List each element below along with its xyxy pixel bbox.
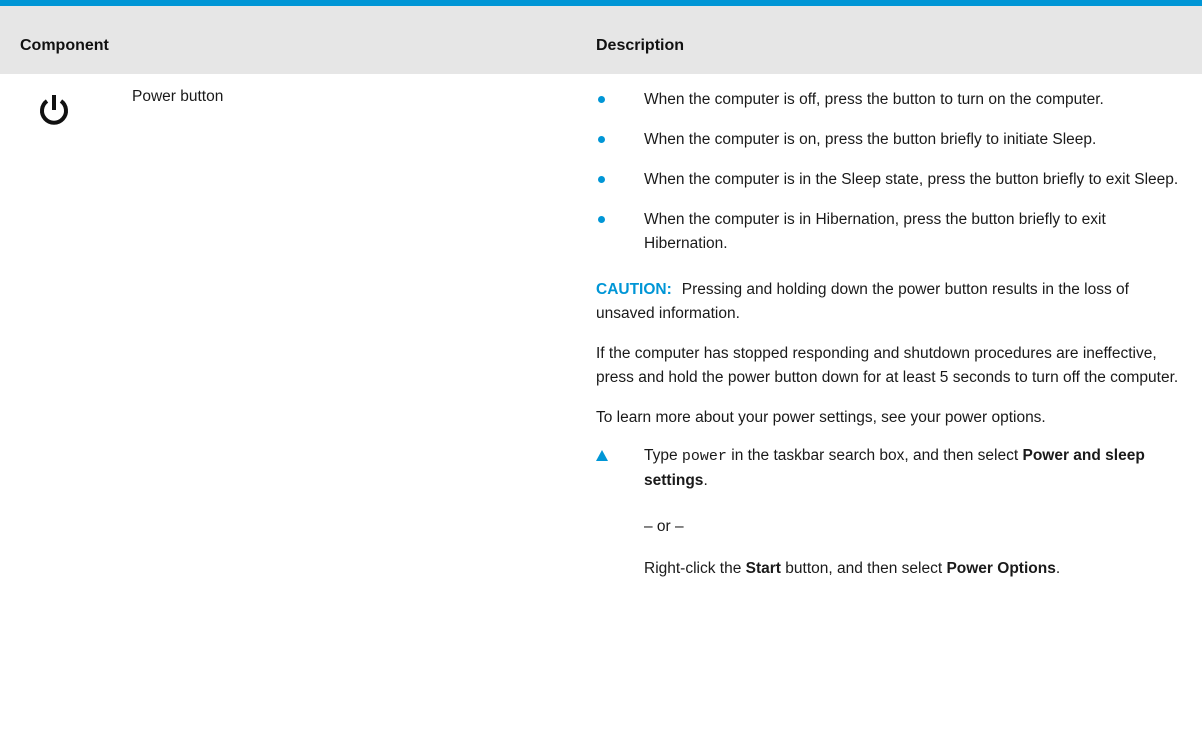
step-prefix: Type [644,447,682,464]
bullet-list: When the computer is off, press the butt… [596,88,1186,256]
step-middle: in the taskbar search box, and then sele… [726,447,1023,464]
bullet-text: When the computer is on, press the butto… [644,131,1097,148]
header-component: Component [20,37,109,54]
alt-prefix: Right-click the [644,560,746,577]
caution-note: CAUTION: Pressing and holding down the po… [596,278,1186,326]
alt-suffix: . [1055,560,1061,577]
bullet-dot [598,216,605,223]
step-text: Type power in the taskbar search box, an… [644,444,1186,493]
table-header: Component Description [0,6,1202,74]
list-item: When the computer is in the Sleep state,… [596,168,1186,192]
bullet-text: When the computer is in Hibernation, pre… [644,211,1106,252]
alt-bold-start: Start [745,560,781,577]
component-name: Power button [132,88,224,105]
power-icon [40,95,68,125]
caution-text: Pressing and holding down the power butt… [596,281,1129,322]
list-item: When the computer is off, press the butt… [596,88,1186,112]
or-separator: – or – [644,518,684,535]
bullet-dot [598,176,605,183]
step-suffix: . [703,472,708,489]
step-item: Type power in the taskbar search box, an… [596,444,1186,581]
alt-bold-power-options: Power Options [946,560,1056,577]
step-code: power [681,448,727,465]
bullet-dot [598,136,605,143]
bullet-text: When the computer is in the Sleep state,… [644,171,1179,188]
list-item: When the computer is on, press the butto… [596,128,1186,152]
learn-more-paragraph: To learn more about your power settings,… [596,409,1046,426]
step-triangle-icon [596,450,608,461]
bullet-text: When the computer is off, press the butt… [644,91,1104,108]
unresponsive-paragraph: If the computer has stopped responding a… [596,345,1179,386]
alternative-text: Right-click the Start button, and then s… [644,557,1186,581]
list-item: When the computer is in Hibernation, pre… [596,208,1186,256]
caution-label: CAUTION: [596,281,672,298]
alt-middle: button, and then select [780,560,947,577]
header-description: Description [596,37,685,54]
bullet-dot [598,96,605,103]
description-cell: When the computer is off, press the butt… [596,88,1186,581]
